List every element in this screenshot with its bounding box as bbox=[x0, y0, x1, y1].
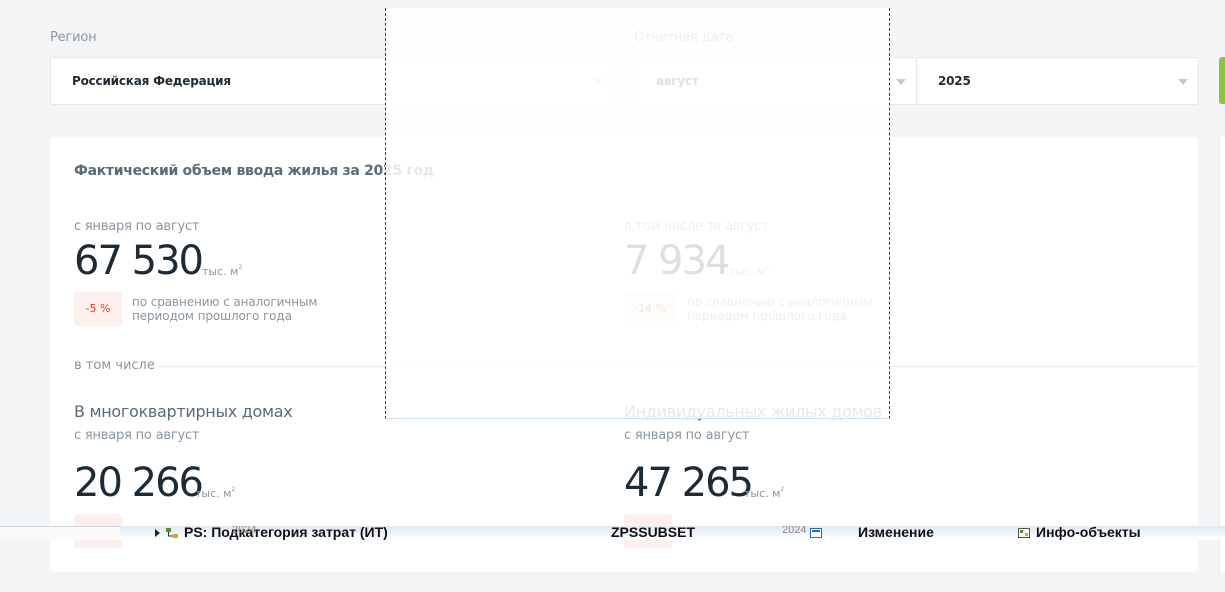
card-title: Фактический объем ввода жилья за 2025 го… bbox=[74, 163, 434, 179]
month-value: 7 934 bbox=[624, 238, 731, 284]
apartments-unit: тыс. м2 bbox=[195, 486, 236, 500]
section-divider bbox=[156, 366, 1198, 367]
year-select[interactable]: 2025 bbox=[916, 57, 1199, 105]
sap-item-change[interactable]: Изменение bbox=[858, 526, 934, 540]
total-value: 67 530 bbox=[74, 238, 204, 284]
region-select[interactable]: Российская Федерация bbox=[50, 57, 614, 105]
region-label: Регион bbox=[50, 30, 97, 45]
hierarchy-icon bbox=[166, 528, 178, 538]
total-period-label: с января по август bbox=[74, 219, 200, 234]
apartments-period-label: с января по август bbox=[74, 428, 200, 443]
including-label: в том числе bbox=[74, 358, 159, 373]
sap-toolbar-strip: PS: Подкатегория затрат (ИТ) 2024 ZPSSUB… bbox=[0, 526, 1225, 540]
side-panel-edge bbox=[1219, 137, 1225, 572]
housing-volume-card: Фактический объем ввода жилья за 2025 го… bbox=[50, 137, 1198, 572]
individual-value: 47 265 bbox=[624, 460, 754, 506]
month-select[interactable]: август bbox=[634, 57, 917, 105]
month-period-label: в том числе за август bbox=[624, 219, 769, 234]
sap-item-subcategory[interactable]: PS: Подкатегория затрат (ИТ) bbox=[184, 526, 388, 540]
chevron-down-icon bbox=[896, 79, 906, 85]
sap-item-info-objects[interactable]: Инфо-объекты bbox=[1036, 526, 1141, 540]
info-objects-icon bbox=[1018, 528, 1030, 538]
year-select-value: 2025 bbox=[938, 74, 971, 88]
individual-period-label: с января по август bbox=[624, 428, 750, 443]
month-change-badge: -14 % bbox=[624, 292, 676, 326]
region-select-value: Российская Федерация bbox=[72, 74, 231, 88]
edit-icon bbox=[810, 528, 822, 538]
apartments-value: 20 266 bbox=[74, 460, 204, 506]
month-compare-text: по сравнению с аналогичным периодом прош… bbox=[687, 295, 873, 323]
sap-item-subcategory-year: 2024 bbox=[232, 526, 257, 536]
total-compare-text: по сравнению с аналогичным периодом прош… bbox=[132, 295, 318, 323]
sap-item-subset-year: 2024 bbox=[782, 526, 807, 536]
date-label: Отчетная дата bbox=[634, 30, 734, 45]
month-unit: тыс. м2 bbox=[729, 264, 770, 278]
chevron-down-icon bbox=[1178, 79, 1188, 85]
month-select-value: август bbox=[656, 74, 699, 88]
individual-unit: тыс. м2 bbox=[744, 486, 785, 500]
side-panel-tab[interactable] bbox=[1219, 57, 1225, 104]
apartments-heading: В многоквартирных домах bbox=[74, 402, 293, 421]
total-unit: тыс. м2 bbox=[202, 264, 243, 278]
individual-heading: Индивидуальных жилых домов bbox=[624, 402, 882, 421]
sap-strip-left bbox=[0, 526, 120, 540]
total-change-badge: -5 % bbox=[74, 292, 122, 326]
chevron-down-icon bbox=[593, 79, 603, 85]
triangle-right-icon bbox=[155, 529, 160, 537]
sap-item-subset[interactable]: ZPSSUBSET bbox=[611, 526, 695, 540]
